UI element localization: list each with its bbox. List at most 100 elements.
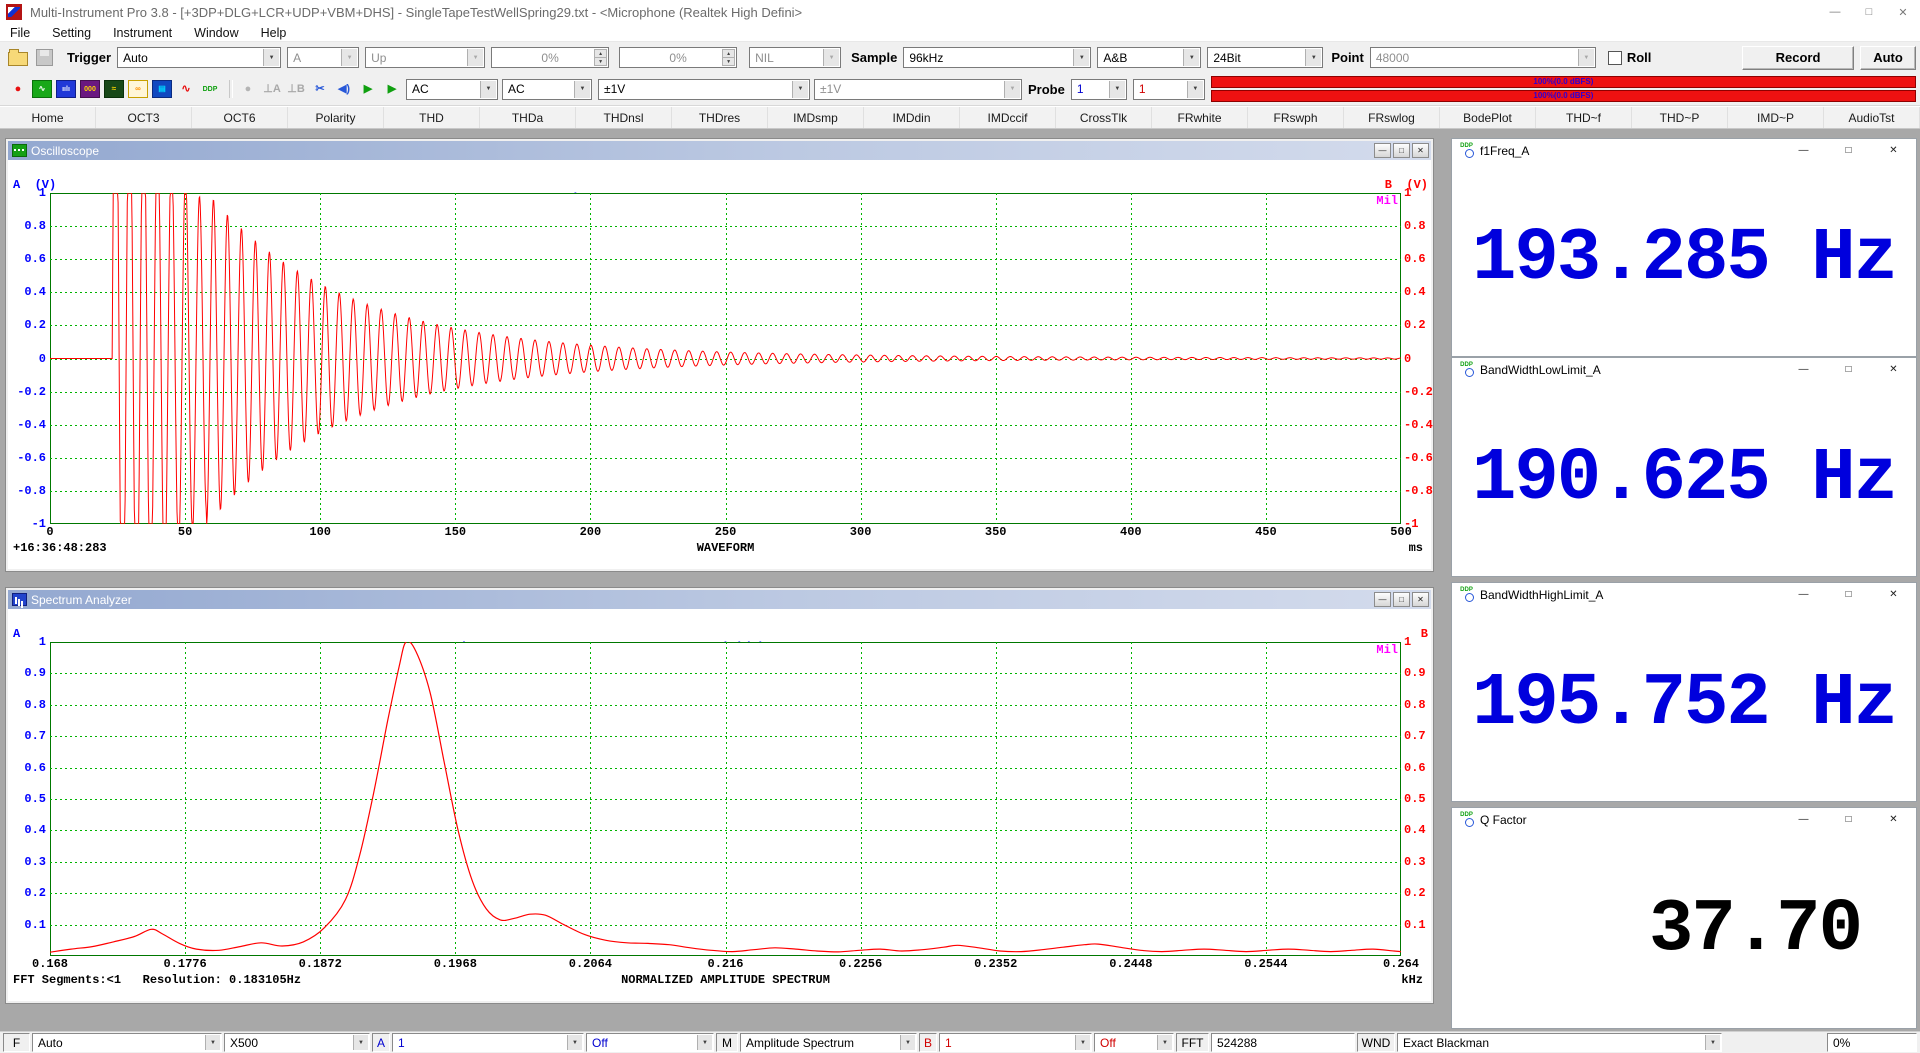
- spin-down-icon[interactable]: ▼: [594, 57, 607, 66]
- ddp-titlebar[interactable]: DDPf1Freq_A—□✕: [1452, 139, 1916, 162]
- dropdown-arrow-icon[interactable]: ▼: [467, 49, 483, 66]
- tab-imdsmp[interactable]: IMDsmp: [768, 107, 864, 128]
- trigger-level-stepper[interactable]: 0%▲▼: [491, 47, 609, 68]
- menu-item-instrument[interactable]: Instrument: [113, 26, 172, 40]
- sampling-channels-dropdown[interactable]: A&B▼: [1097, 47, 1201, 68]
- dropdown-arrow-icon[interactable]: ▼: [567, 1035, 582, 1050]
- dropdown-arrow-icon[interactable]: ▼: [1004, 81, 1020, 98]
- oscilloscope-icon[interactable]: ∿: [32, 80, 52, 98]
- x-zoom-dropdown[interactable]: X500▼: [224, 1033, 370, 1052]
- minimize-button[interactable]: —: [1374, 143, 1391, 158]
- trigger-edge-dropdown[interactable]: Up▼: [365, 47, 485, 68]
- close-button[interactable]: ✕: [1871, 139, 1916, 162]
- close-button[interactable]: ✕: [1871, 808, 1916, 831]
- maximize-button[interactable]: □: [1826, 139, 1871, 162]
- dropdown-arrow-icon[interactable]: ▼: [353, 1035, 368, 1050]
- dropdown-arrow-icon[interactable]: ▼: [263, 49, 279, 66]
- record-icon[interactable]: ●: [8, 80, 28, 98]
- ddp-viewer-icon[interactable]: DDP: [200, 80, 220, 98]
- progress-box[interactable]: 0%: [1827, 1033, 1917, 1052]
- tab-frswlog[interactable]: FRswlog: [1344, 107, 1440, 128]
- close-button[interactable]: ✕: [1871, 358, 1916, 381]
- maximize-button[interactable]: □: [1826, 583, 1871, 606]
- dropdown-arrow-icon[interactable]: ▼: [1305, 49, 1321, 66]
- maximize-button[interactable]: □: [1393, 143, 1410, 158]
- tab-imdccif[interactable]: IMDccif: [960, 107, 1056, 128]
- a-scale-dropdown[interactable]: 1▼: [392, 1033, 584, 1052]
- play-icon[interactable]: ▶: [358, 80, 378, 98]
- dropdown-arrow-icon[interactable]: ▼: [205, 1035, 220, 1050]
- spectrum-3d-plotter-icon[interactable]: ≈: [104, 80, 124, 98]
- roll-checkbox[interactable]: [1608, 51, 1622, 65]
- minimize-button[interactable]: —: [1781, 808, 1826, 831]
- spin-down-icon[interactable]: ▼: [722, 57, 735, 66]
- spectrum-plot[interactable]: Mil: [50, 642, 1401, 956]
- dropdown-arrow-icon[interactable]: ▼: [1157, 1035, 1172, 1050]
- oscilloscope-plot[interactable]: Mil: [50, 193, 1401, 524]
- dropdown-arrow-icon[interactable]: ▼: [1109, 81, 1125, 98]
- dropdown-arrow-icon[interactable]: ▼: [1578, 49, 1594, 66]
- sampling-bits-dropdown[interactable]: 24Bit▼: [1207, 47, 1323, 68]
- dropdown-arrow-icon[interactable]: ▼: [574, 81, 590, 98]
- spectrogram-icon[interactable]: ▤: [152, 80, 172, 98]
- tab-bodeplot[interactable]: BodePlot: [1440, 107, 1536, 128]
- xy-plotter-icon[interactable]: ∞: [128, 80, 148, 98]
- dropdown-arrow-icon[interactable]: ▼: [1183, 49, 1199, 66]
- maximize-button[interactable]: □: [1826, 358, 1871, 381]
- dropdown-arrow-icon[interactable]: ▼: [1073, 49, 1089, 66]
- spectrum-analyzer-titlebar[interactable]: Spectrum Analyzer —□✕: [8, 590, 1431, 609]
- tab-thd-p[interactable]: THD~P: [1632, 107, 1728, 128]
- open-file-icon[interactable]: [8, 52, 28, 66]
- dropdown-arrow-icon[interactable]: ▼: [1075, 1035, 1090, 1050]
- range-a-dropdown[interactable]: ±1V▼: [598, 79, 810, 100]
- play-loop-icon[interactable]: ▶: [382, 80, 402, 98]
- ground-a-icon[interactable]: ⊥A: [262, 80, 282, 98]
- dropdown-arrow-icon[interactable]: ▼: [1187, 81, 1203, 98]
- menu-item-help[interactable]: Help: [261, 26, 287, 40]
- tab-crosstlk[interactable]: CrossTlk: [1056, 107, 1152, 128]
- freq-axis-mode-dropdown[interactable]: Auto▼: [32, 1033, 222, 1052]
- signal-generator-icon[interactable]: ∿: [176, 80, 196, 98]
- minimize-button[interactable]: —: [1781, 583, 1826, 606]
- dropdown-arrow-icon[interactable]: ▼: [341, 49, 357, 66]
- scissors-icon[interactable]: ✂: [310, 80, 330, 98]
- speaker-icon[interactable]: ◀): [334, 80, 354, 98]
- maximize-button[interactable]: □: [1826, 808, 1871, 831]
- dropdown-arrow-icon[interactable]: ▼: [697, 1035, 712, 1050]
- ddp-titlebar[interactable]: DDPBandWidthLowLimit_A—□✕: [1452, 358, 1916, 381]
- tab-thd[interactable]: THD: [384, 107, 480, 128]
- ground-b-icon[interactable]: ⊥B: [286, 80, 306, 98]
- probe-b-dropdown[interactable]: 1▼: [1133, 79, 1205, 100]
- app-maximize-button[interactable]: □: [1852, 0, 1886, 24]
- trigger-mode-dropdown[interactable]: Auto▼: [117, 47, 281, 68]
- minimize-button[interactable]: —: [1781, 139, 1826, 162]
- fft-size-box[interactable]: 524288: [1211, 1033, 1355, 1052]
- auto-button[interactable]: Auto: [1860, 46, 1916, 70]
- maximize-button[interactable]: □: [1393, 592, 1410, 607]
- sampling-rate-dropdown[interactable]: 96kHz▼: [903, 47, 1091, 68]
- tab-thda[interactable]: THDa: [480, 107, 576, 128]
- menu-item-setting[interactable]: Setting: [52, 26, 91, 40]
- oscilloscope-titlebar[interactable]: Oscilloscope —□✕: [8, 141, 1431, 160]
- dropdown-arrow-icon[interactable]: ▼: [480, 81, 496, 98]
- tab-thdres[interactable]: THDres: [672, 107, 768, 128]
- window-function-dropdown[interactable]: Exact Blackman▼: [1397, 1033, 1722, 1052]
- tab-audiotst[interactable]: AudioTst: [1824, 107, 1920, 128]
- menu-item-window[interactable]: Window: [194, 26, 238, 40]
- save-file-icon[interactable]: [36, 49, 53, 66]
- tab-oct6[interactable]: OCT6: [192, 107, 288, 128]
- app-minimize-button[interactable]: —: [1818, 0, 1852, 24]
- tab-imddin[interactable]: IMDdin: [864, 107, 960, 128]
- spectrum-mode-dropdown[interactable]: Amplitude Spectrum▼: [740, 1033, 917, 1052]
- a-persistence-dropdown[interactable]: Off▼: [586, 1033, 714, 1052]
- tab-frswph[interactable]: FRswph: [1248, 107, 1344, 128]
- dropdown-arrow-icon[interactable]: ▼: [900, 1035, 915, 1050]
- range-b-dropdown[interactable]: ±1V▼: [814, 79, 1022, 100]
- menu-item-file[interactable]: File: [10, 26, 30, 40]
- b-persistence-dropdown[interactable]: Off▼: [1094, 1033, 1174, 1052]
- close-button[interactable]: ✕: [1412, 592, 1429, 607]
- record-length-dropdown[interactable]: 48000▼: [1370, 47, 1596, 68]
- dropdown-arrow-icon[interactable]: ▼: [823, 49, 839, 66]
- tab-home[interactable]: Home: [0, 107, 96, 128]
- tab-frwhite[interactable]: FRwhite: [1152, 107, 1248, 128]
